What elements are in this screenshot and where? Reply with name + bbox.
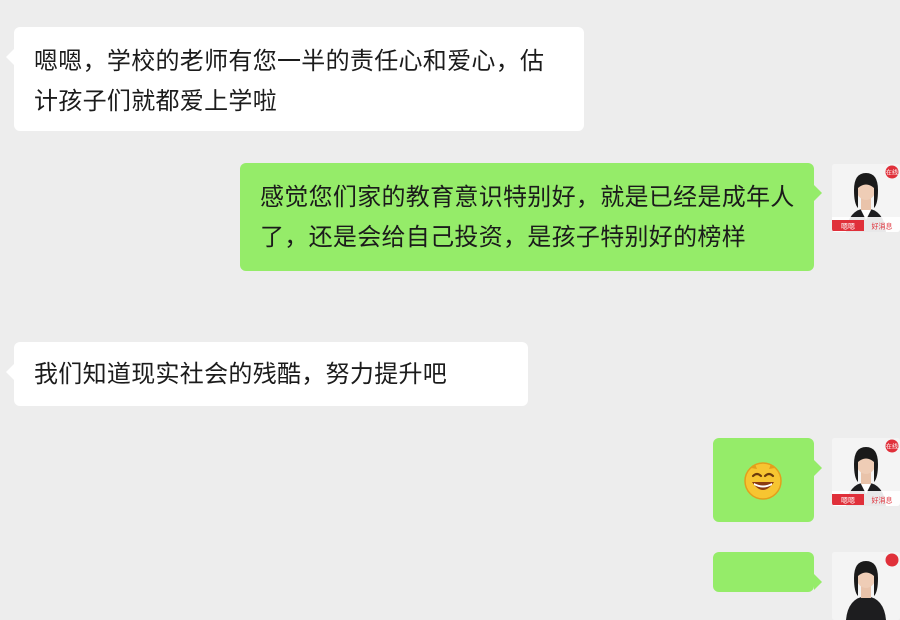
avatar[interactable] [832,552,900,620]
avatar-footer-right: 好消息 [872,496,893,505]
message-text: 嗯嗯，学校的老师有您一半的责任心和爱心，估计孩子们就都爱上学啦 [34,47,545,115]
incoming-message-bubble[interactable]: 嗯嗯，学校的老师有您一半的责任心和爱心，估计孩子们就都爱上学啦 [6,27,584,131]
avatar[interactable]: 嗯嗯 好消息 在线 [832,164,900,232]
message-text: 我们知道现实社会的残酷，努力提升吧 [34,360,448,388]
person-photo-icon: 嗯嗯 好消息 在线 [832,164,900,232]
avatar[interactable]: 嗯嗯 好消息 在线 [832,438,900,506]
outgoing-emoji-bubble[interactable] [713,438,822,522]
message-text: 感觉您们家的教育意识特别好，就是已经是成年人了，还是会给自己投资，是孩子特别好的… [260,183,795,251]
grinning-face-icon [741,458,785,502]
avatar-footer-left: 嗯嗯 [841,497,855,505]
avatar-badge: 在线 [886,169,898,177]
avatar-footer-left: 嗯嗯 [841,223,855,231]
avatar-footer-right: 好消息 [872,222,893,231]
incoming-message-bubble[interactable]: 我们知道现实社会的残酷，努力提升吧 [6,342,528,406]
person-photo-icon: 嗯嗯 好消息 在线 [832,438,900,506]
outgoing-message-bubble[interactable] [713,552,822,592]
avatar-badge: 在线 [886,443,898,451]
outgoing-message-bubble[interactable]: 感觉您们家的教育意识特别好，就是已经是成年人了，还是会给自己投资，是孩子特别好的… [240,163,822,271]
person-photo-icon [832,552,900,620]
